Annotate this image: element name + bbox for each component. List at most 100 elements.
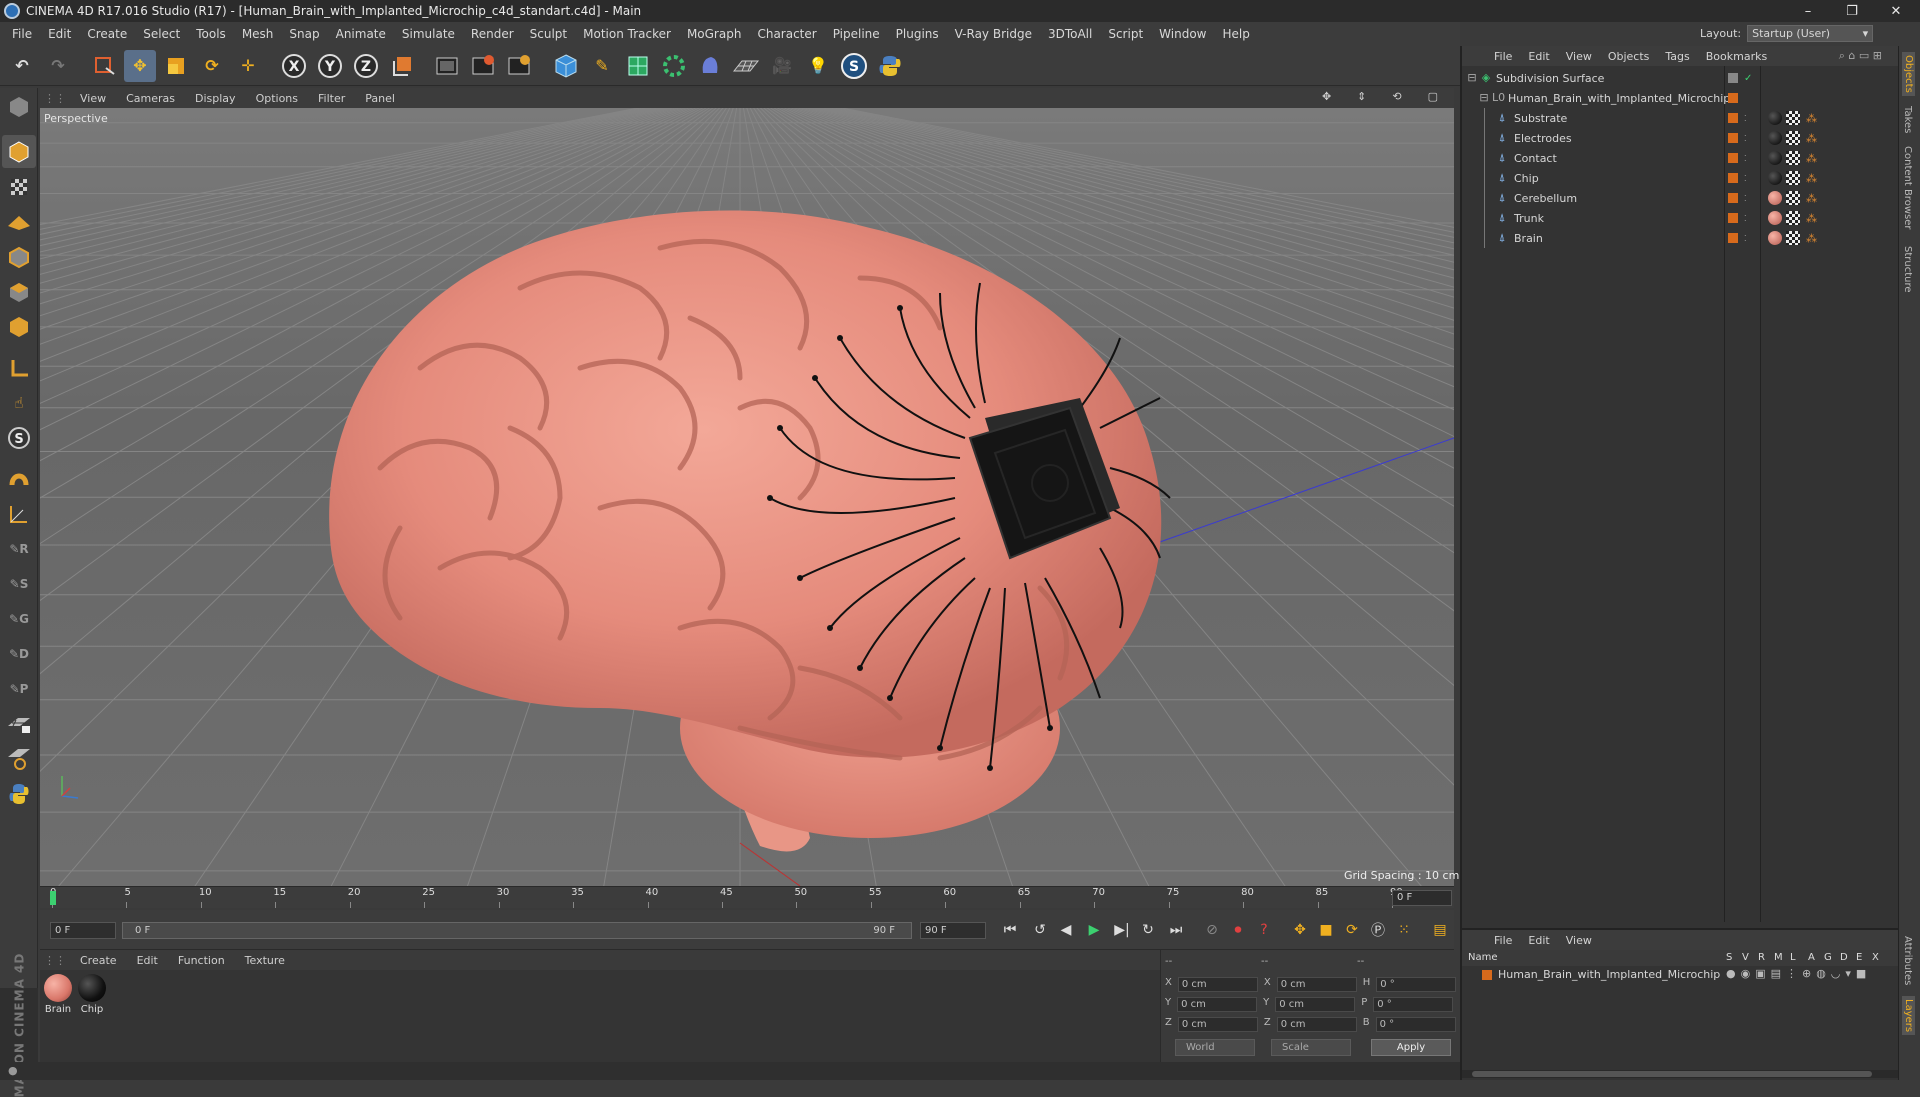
checker-lock-icon[interactable] [2, 707, 36, 740]
rotation-p-field[interactable]: 0 ° [1373, 997, 1454, 1012]
layer-menu-view[interactable]: View [1558, 934, 1600, 947]
layer-toggle-icons[interactable]: ●◉▣▤⋮⊕◍◡▾■ [1726, 967, 1871, 980]
deformer-icon[interactable] [694, 50, 726, 82]
snap-icon[interactable]: ☝ [2, 386, 36, 419]
material-tag-chip[interactable] [1768, 171, 1782, 185]
material-tag-brain[interactable] [1768, 231, 1782, 245]
texture-tag-icon[interactable] [1786, 131, 1800, 145]
rotation-b-field[interactable]: 0 ° [1375, 1017, 1456, 1032]
prev-key-icon[interactable]: ↺ [1028, 918, 1052, 942]
visibility-dots-icon[interactable]: ⁚ [1744, 234, 1747, 243]
edit-render-settings-icon[interactable] [504, 50, 536, 82]
pen-icon[interactable]: ✎ [586, 50, 618, 82]
phong-tag-icon[interactable]: ⁂ [1806, 132, 1817, 145]
rotate-view-icon[interactable]: ⟲ [1382, 90, 1411, 103]
phong-tag-icon[interactable]: ⁂ [1806, 212, 1817, 225]
layer-color-swatch[interactable] [1728, 173, 1738, 183]
go-start-icon[interactable]: ⏮ [998, 918, 1022, 942]
menu-motion-tracker[interactable]: Motion Tracker [575, 27, 679, 41]
layer-color-swatch[interactable] [1728, 213, 1738, 223]
camera-icon[interactable]: 🎥 [766, 50, 798, 82]
texture-tag-icon[interactable] [1786, 151, 1800, 165]
object-menu-view[interactable]: View [1558, 50, 1600, 63]
tab-content-browser[interactable]: Content Browser [1902, 146, 1913, 229]
visibility-dots-icon[interactable]: ⁚ [1744, 194, 1747, 203]
layer-row[interactable]: Human_Brain_with_Implanted_Microchip ●◉▣… [1462, 966, 1898, 984]
apply-button[interactable]: Apply [1371, 1039, 1451, 1056]
render-view-icon[interactable] [432, 50, 464, 82]
play-icon[interactable]: ▶ [1082, 918, 1106, 942]
move-view-icon[interactable]: ✥ [1312, 90, 1341, 103]
menu-3dtoall[interactable]: 3DToAll [1040, 27, 1100, 41]
object-row-subdivision-surface[interactable]: ⊟ ◈ Subdivision Surface ✓ [1462, 68, 1900, 88]
visibility-dots-icon[interactable]: ⁚ [1744, 134, 1747, 143]
phong-tag-icon[interactable]: ⁂ [1806, 152, 1817, 165]
layer-color-swatch[interactable] [1728, 113, 1738, 123]
object-menu-file[interactable]: File [1486, 50, 1520, 63]
object-row-substrate[interactable]: ⍋ Substrate ⁚ ⁂ [1462, 108, 1900, 128]
model-mode-icon[interactable] [2, 90, 36, 123]
enabled-check-icon[interactable]: ✓ [1744, 73, 1752, 84]
phong-tag-icon[interactable]: ⁂ [1806, 112, 1817, 125]
tab-objects[interactable]: Objects [1902, 52, 1915, 96]
material-tag-chip[interactable] [1768, 131, 1782, 145]
close-button[interactable]: ✕ [1874, 0, 1918, 22]
texture-tag-icon[interactable] [1786, 111, 1800, 125]
x-axis-icon[interactable]: X [278, 50, 310, 82]
layer-color-swatch[interactable] [1728, 233, 1738, 243]
material-menu-create[interactable]: Create [70, 954, 127, 967]
sculpt-d-icon[interactable]: ✎D [2, 637, 36, 670]
layer-color-swatch[interactable] [1728, 73, 1738, 83]
object-row-trunk[interactable]: ⍋ Trunk ⁚ ⁂ [1462, 208, 1900, 228]
object-row-electrodes[interactable]: ⍋ Electrodes ⁚ ⁂ [1462, 128, 1900, 148]
magnet-icon[interactable]: S [2, 421, 36, 454]
light-icon[interactable]: 💡 [802, 50, 834, 82]
object-row-contact[interactable]: ⍋ Contact ⁚ ⁂ [1462, 148, 1900, 168]
material-tag-chip[interactable] [1768, 151, 1782, 165]
zoom-view-icon[interactable]: ⇕ [1347, 90, 1376, 103]
material-tag-brain[interactable] [1768, 191, 1782, 205]
axis-icon[interactable] [2, 310, 36, 343]
next-frame-icon[interactable]: ▶| [1110, 918, 1134, 942]
object-menu-edit[interactable]: Edit [1520, 50, 1557, 63]
subdivision-icon[interactable] [622, 50, 654, 82]
layer-menu-edit[interactable]: Edit [1520, 934, 1557, 947]
next-key-icon[interactable]: ↻ [1136, 918, 1160, 942]
collapse-icon[interactable]: ⊟ [1478, 92, 1490, 104]
cube-icon[interactable] [550, 50, 582, 82]
layer-color-swatch[interactable] [1728, 93, 1738, 103]
menu-pipeline[interactable]: Pipeline [825, 27, 888, 41]
search-icon[interactable]: ⌕ ⌂ ▭ ⊞ [1831, 49, 1890, 63]
tab-attributes[interactable]: Attributes [1902, 936, 1913, 985]
menu-simulate[interactable]: Simulate [394, 27, 463, 41]
keyframe-selection-icon[interactable]: ? [1252, 918, 1276, 942]
layer-menu-file[interactable]: File [1486, 934, 1520, 947]
rotate-key-icon[interactable]: ⟳ [1340, 918, 1364, 942]
sculpt-s-icon[interactable]: ✎S [2, 567, 36, 600]
visibility-dots-icon[interactable]: ⁚ [1744, 154, 1747, 163]
move-key-icon[interactable]: ✥ [1288, 918, 1312, 942]
menu-snap[interactable]: Snap [281, 27, 327, 41]
menu-file[interactable]: File [4, 27, 40, 41]
y-axis-icon[interactable]: Y [314, 50, 346, 82]
menu-sculpt[interactable]: Sculpt [522, 27, 575, 41]
current-frame-field[interactable]: 0 F [1392, 890, 1452, 906]
menu-select[interactable]: Select [135, 27, 188, 41]
collapse-icon[interactable]: ⊟ [1466, 72, 1478, 84]
sculpt-g-icon[interactable]: ✎G [2, 602, 36, 635]
param-key-icon[interactable]: Ⓟ [1366, 918, 1390, 942]
menu-character[interactable]: Character [749, 27, 824, 41]
scale-key-icon[interactable]: ■ [1314, 918, 1338, 942]
preview-range-slider[interactable]: 0 F 90 F [122, 922, 912, 939]
material-tag-chip[interactable] [1768, 111, 1782, 125]
object-menu-bookmarks[interactable]: Bookmarks [1698, 50, 1775, 63]
layout-dropdown[interactable]: Startup (User) ▾ [1747, 24, 1874, 42]
python-tool-icon[interactable] [2, 777, 36, 810]
menu-render[interactable]: Render [463, 27, 522, 41]
material-menu-edit[interactable]: Edit [127, 954, 168, 967]
object-row-chip[interactable]: ⍋ Chip ⁚ ⁂ [1462, 168, 1900, 188]
position-z-field[interactable]: 0 cm [1177, 1017, 1258, 1032]
phong-tag-icon[interactable]: ⁂ [1806, 232, 1817, 245]
points-icon[interactable] [2, 205, 36, 238]
size-x-field[interactable]: 0 cm [1276, 977, 1357, 992]
